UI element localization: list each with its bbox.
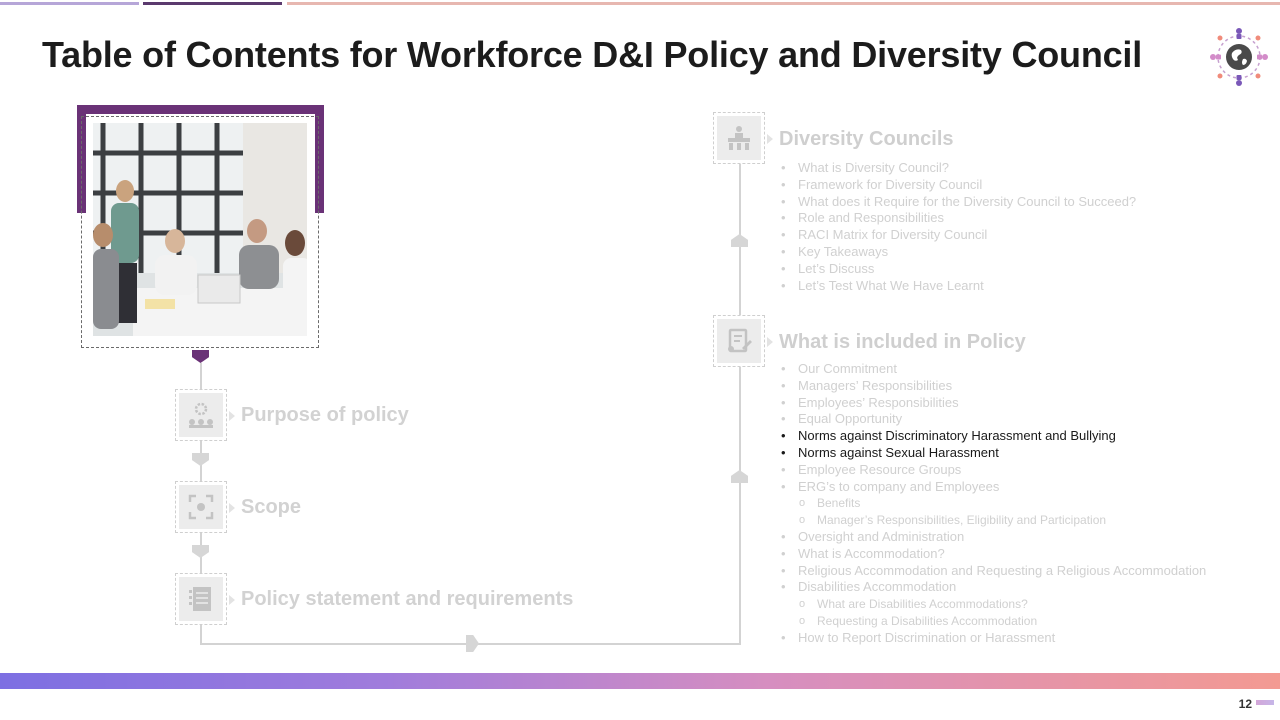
- policy-item[interactable]: Equal Opportunity: [779, 411, 1206, 428]
- policy-item[interactable]: Disabilities Accommodation: [779, 579, 1206, 596]
- diversity-councils-item[interactable]: Key Takeaways: [779, 244, 1136, 261]
- diversity-globe-icon: [1208, 26, 1270, 88]
- diversity-councils-item[interactable]: Let’s Discuss: [779, 261, 1136, 278]
- connector-pin: [466, 635, 479, 652]
- focus-icon: [179, 485, 223, 529]
- photo-pin-marker: [192, 350, 209, 363]
- diversity-councils-item[interactable]: Let’s Test What We Have Learnt: [779, 278, 1136, 295]
- page-number: 12: [1238, 697, 1252, 711]
- diversity-councils-item[interactable]: What is Diversity Council?: [779, 160, 1136, 177]
- policy-item[interactable]: Managers’ Responsibilities: [779, 378, 1206, 395]
- policy-item[interactable]: Employee Resource Groups: [779, 462, 1206, 479]
- diversity-councils-heading[interactable]: Diversity Councils: [779, 128, 954, 151]
- policy-subitem[interactable]: Benefits: [779, 495, 1206, 512]
- document-list-icon: [179, 577, 223, 621]
- policy-items-list: Our CommitmentManagers’ Responsibilities…: [779, 361, 1206, 647]
- team-meeting-photo: [93, 123, 307, 336]
- policy-item[interactable]: What is Accommodation?: [779, 546, 1206, 563]
- connector-pin: [731, 234, 748, 247]
- policy-icon-box[interactable]: [713, 315, 773, 367]
- policy-item[interactable]: ERG’s to company and Employees: [779, 479, 1206, 496]
- policy-subitem[interactable]: What are Disabilities Accommodations?: [779, 596, 1206, 613]
- policy-statement-icon-box[interactable]: [175, 573, 235, 625]
- connector-pin: [192, 545, 209, 558]
- diversity-councils-list: What is Diversity Council?Framework for …: [779, 160, 1136, 294]
- footer-gradient-bar: [0, 673, 1280, 689]
- policy-item[interactable]: How to Report Discrimination or Harassme…: [779, 630, 1206, 647]
- section-purpose-of-policy[interactable]: Purpose of policy: [241, 404, 409, 427]
- policy-subitem[interactable]: Requesting a Disabilities Accommodation: [779, 613, 1206, 630]
- policy-item[interactable]: Religious Accommodation and Requesting a…: [779, 563, 1206, 580]
- diversity-councils-item[interactable]: What does it Require for the Diversity C…: [779, 194, 1136, 211]
- policy-item[interactable]: Our Commitment: [779, 361, 1206, 378]
- connector-pin: [731, 470, 748, 483]
- diversity-councils-icon-box[interactable]: [713, 112, 773, 164]
- purpose-icon-box[interactable]: [175, 389, 235, 441]
- top-accent-line-3: [287, 2, 1280, 5]
- policy-item[interactable]: Norms against Sexual Harassment: [779, 445, 1206, 462]
- section-scope[interactable]: Scope: [241, 496, 301, 519]
- gear-team-icon: [179, 393, 223, 437]
- meeting-table-icon: [717, 116, 761, 160]
- policy-item[interactable]: Oversight and Administration: [779, 529, 1206, 546]
- policy-item[interactable]: Norms against Discriminatory Harassment …: [779, 428, 1206, 445]
- diversity-councils-item[interactable]: Role and Responsibilities: [779, 210, 1136, 227]
- diversity-councils-item[interactable]: Framework for Diversity Council: [779, 177, 1136, 194]
- section-policy-statement[interactable]: Policy statement and requirements: [241, 588, 573, 611]
- page-title: Table of Contents for Workforce D&I Poli…: [42, 34, 1143, 75]
- connector-pin: [192, 453, 209, 466]
- top-accent-line-2: [143, 2, 282, 5]
- top-accent-line-1: [0, 2, 139, 5]
- policy-subitem[interactable]: Manager’s Responsibilities, Eligibility …: [779, 512, 1206, 529]
- policy-item[interactable]: Employees’ Responsibilities: [779, 395, 1206, 412]
- scope-icon-box[interactable]: [175, 481, 235, 533]
- page-number-accent: [1256, 700, 1274, 705]
- document-edit-icon: [717, 319, 761, 363]
- diversity-councils-item[interactable]: RACI Matrix for Diversity Council: [779, 227, 1136, 244]
- policy-heading[interactable]: What is included in Policy: [779, 331, 1026, 354]
